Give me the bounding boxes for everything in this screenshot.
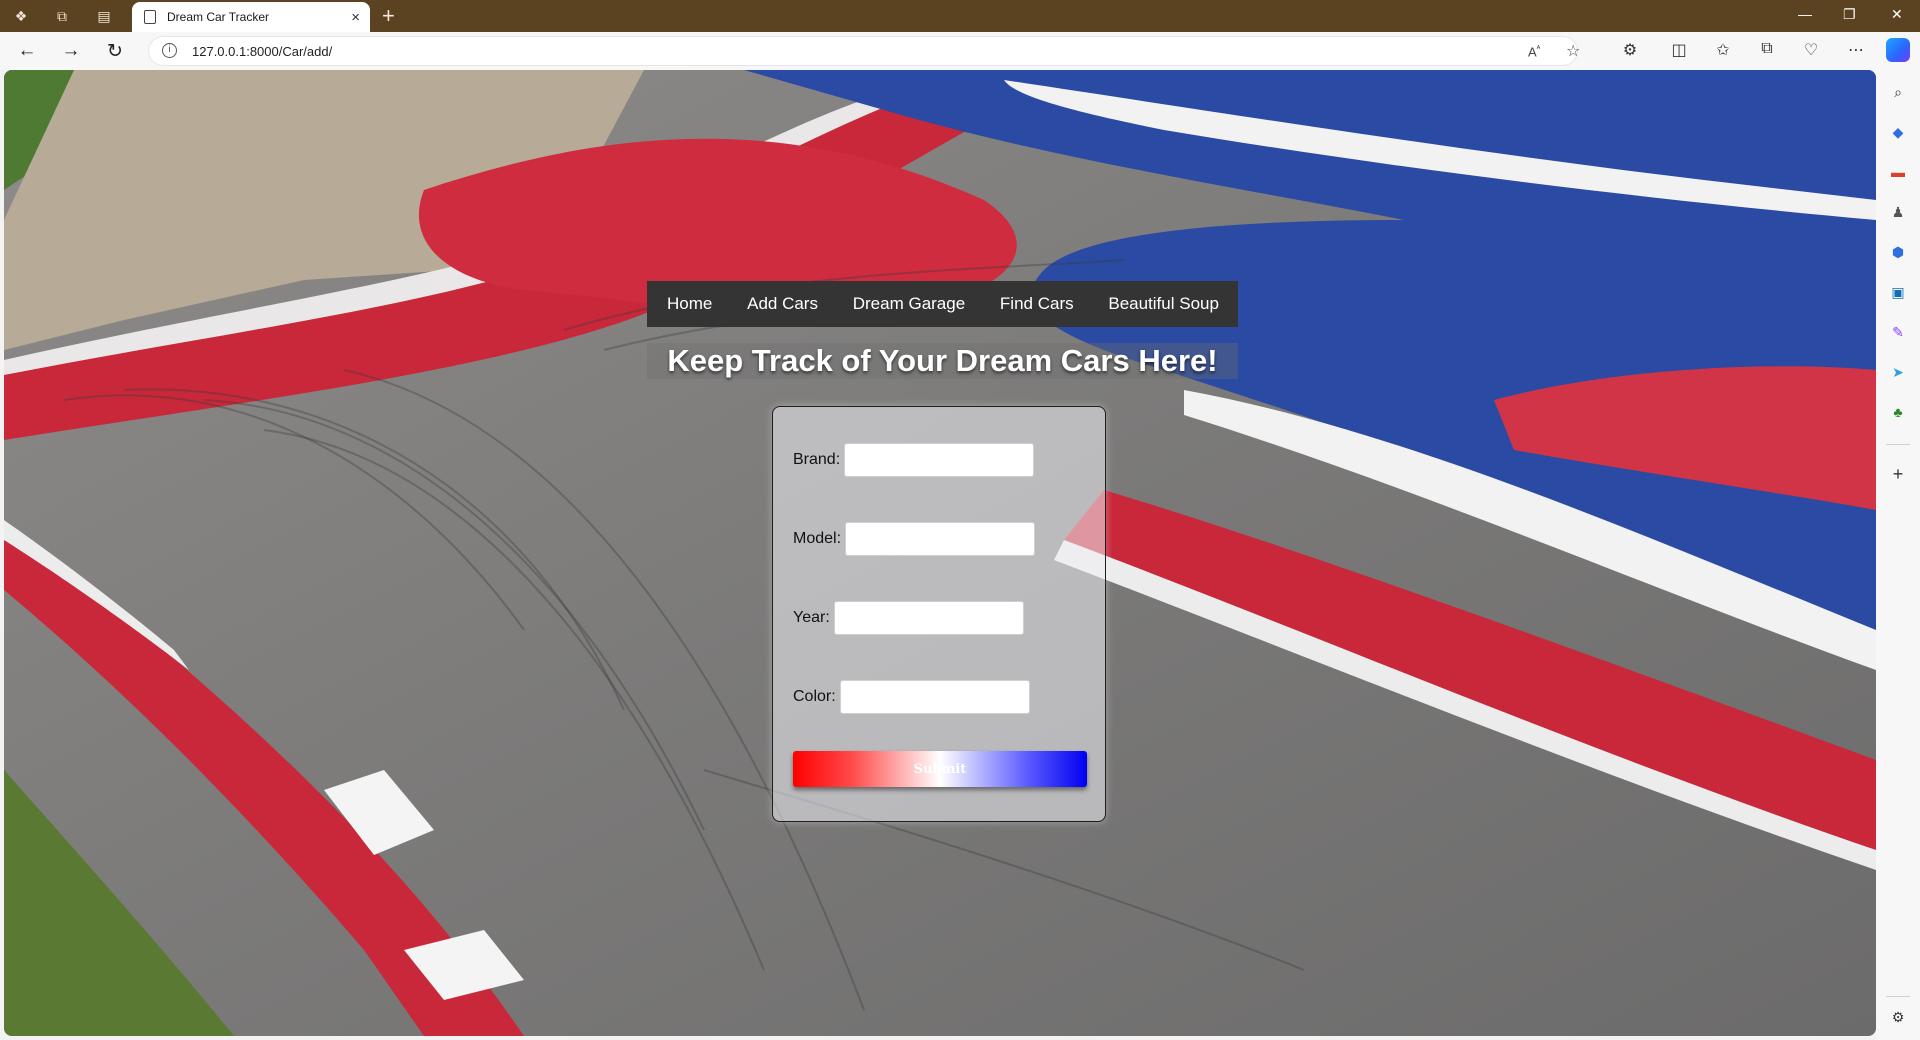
restore-icon[interactable]: ❐ xyxy=(1843,6,1856,23)
tools-icon[interactable]: ▬ xyxy=(1888,162,1908,182)
designer-icon[interactable]: ✎ xyxy=(1888,322,1908,342)
workspaces-icon[interactable]: ⧉ xyxy=(52,6,72,26)
copilot-icon[interactable] xyxy=(1886,38,1910,62)
favorites-icon[interactable]: ✩ xyxy=(1712,40,1734,60)
page-icon xyxy=(144,10,156,24)
send-icon[interactable]: ➤ xyxy=(1888,362,1908,382)
browser-essentials-icon[interactable]: ♡ xyxy=(1800,40,1822,60)
year-input[interactable] xyxy=(834,601,1024,635)
tab-title: Dream Car Tracker xyxy=(167,10,270,24)
submit-button[interactable]: Submit xyxy=(793,751,1087,787)
address-bar[interactable]: i 127.0.0.1:8000/Car/add/ Aᴬ ☆ xyxy=(148,36,1580,66)
tree-icon[interactable]: ♣ xyxy=(1888,402,1908,422)
search-icon[interactable]: ⌕ xyxy=(1888,82,1908,102)
more-options-icon[interactable]: ⋯ xyxy=(1845,40,1867,60)
nav-beautiful-soup[interactable]: Beautiful Soup xyxy=(1108,294,1219,314)
color-label: Color: xyxy=(793,688,836,705)
nav-dream-garage[interactable]: Dream Garage xyxy=(853,294,965,314)
edge-sidebar: ⌕ ◆ ▬ ♟ ⬢ ▣ ✎ ➤ ♣ + ⚙ xyxy=(1876,70,1920,1040)
favorite-star-icon[interactable]: ☆ xyxy=(1566,41,1580,61)
microsoft-365-icon[interactable]: ⬢ xyxy=(1888,242,1908,262)
shopping-icon[interactable]: ◆ xyxy=(1888,122,1908,142)
brand-input[interactable] xyxy=(844,443,1034,477)
page-title: Keep Track of Your Dream Cars Here! xyxy=(647,343,1238,379)
collections-icon[interactable]: ⧉ xyxy=(1756,40,1778,58)
nav-home[interactable]: Home xyxy=(667,294,712,314)
sidebar-divider xyxy=(1886,996,1910,997)
url-text[interactable]: 127.0.0.1:8000/Car/add/ xyxy=(192,44,332,59)
site-info-icon[interactable]: i xyxy=(162,43,177,58)
add-sidebar-app-icon[interactable]: + xyxy=(1888,464,1908,484)
back-icon[interactable]: ← xyxy=(14,38,40,64)
extensions-icon[interactable]: ⚙ xyxy=(1619,40,1641,60)
model-input[interactable] xyxy=(845,522,1035,556)
read-aloud-icon[interactable]: Aᴬ xyxy=(1528,44,1540,59)
close-tab-icon[interactable]: × xyxy=(351,9,360,26)
model-label: Model: xyxy=(793,530,842,547)
sidebar-divider xyxy=(1886,444,1910,445)
brand-label: Brand: xyxy=(793,451,841,468)
new-tab-button[interactable]: + xyxy=(382,3,395,29)
forward-icon[interactable]: → xyxy=(58,38,84,64)
sidebar-settings-icon[interactable]: ⚙ xyxy=(1888,1007,1908,1027)
split-screen-icon[interactable]: ◫ xyxy=(1668,40,1690,60)
browser-title-bar: ❖ ⧉ ▤ Dream Car Tracker × + — ❐ ✕ xyxy=(0,0,1920,32)
main-nav: Home Add Cars Dream Garage Find Cars Bea… xyxy=(647,281,1238,327)
color-input[interactable] xyxy=(840,680,1030,714)
nav-add-cars[interactable]: Add Cars xyxy=(747,294,818,314)
year-label: Year: xyxy=(793,609,830,626)
tab-actions-icon[interactable]: ▤ xyxy=(94,6,114,26)
minimize-icon[interactable]: — xyxy=(1798,6,1812,22)
games-icon[interactable]: ♟ xyxy=(1888,202,1908,222)
browser-toolbar: ← → ↻ i 127.0.0.1:8000/Car/add/ Aᴬ ☆ ⚙ ◫… xyxy=(0,32,1920,70)
tab-dream-car-tracker[interactable]: Dream Car Tracker × xyxy=(132,2,370,32)
refresh-icon[interactable]: ↻ xyxy=(102,38,128,64)
page-viewport: Home Add Cars Dream Garage Find Cars Bea… xyxy=(4,70,1876,1036)
outlook-icon[interactable]: ▣ xyxy=(1888,282,1908,302)
close-window-icon[interactable]: ✕ xyxy=(1891,6,1903,23)
profile-icon[interactable]: ❖ xyxy=(11,6,31,26)
nav-find-cars[interactable]: Find Cars xyxy=(1000,294,1074,314)
add-car-form: Brand: Model: Year: Color: Submit xyxy=(772,406,1106,822)
